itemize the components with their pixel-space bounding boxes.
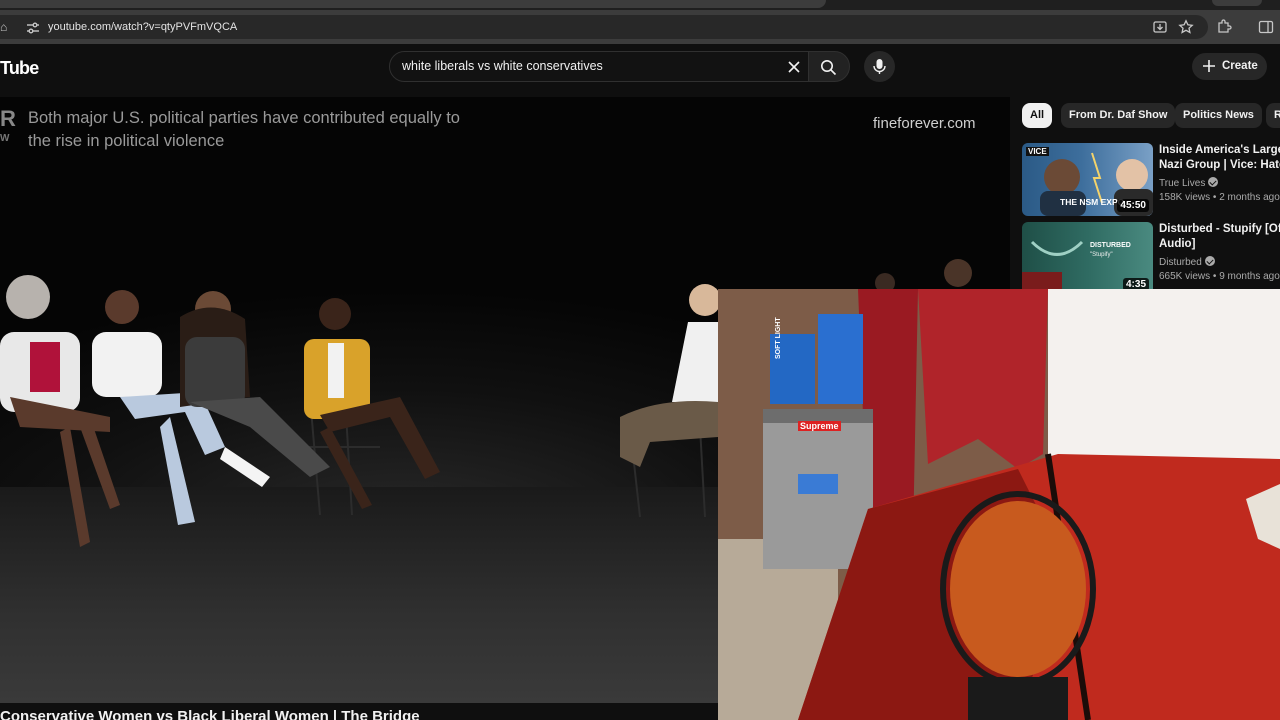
chip-all[interactable]: All: [1022, 103, 1053, 128]
verified-icon: [1208, 177, 1219, 187]
clear-search-icon[interactable]: [786, 59, 802, 75]
recommendation-item[interactable]: DISTURBED "Stupify" 4:35 Disturbed - Stu…: [1022, 222, 1280, 296]
video-title-line[interactable]: Inside America's Largest: [1159, 143, 1280, 158]
thumbnail-subtext: "Stupify": [1090, 252, 1113, 258]
channel-name-text: Disturbed: [1159, 257, 1202, 268]
bookmark-star-icon[interactable]: [1178, 19, 1194, 35]
create-label: Create: [1222, 60, 1258, 72]
video-meta: 158K views • 2 months ago: [1159, 192, 1280, 203]
plus-icon: [1203, 60, 1215, 72]
channel-name[interactable]: Disturbed: [1159, 256, 1215, 268]
video-title-line[interactable]: Disturbed - Stupify [Offici: [1159, 222, 1280, 237]
browser-tab[interactable]: [1212, 0, 1262, 6]
video-duration: 45:50: [1117, 199, 1149, 212]
create-button[interactable]: Create: [1192, 53, 1267, 80]
search-input[interactable]: [402, 59, 772, 73]
box-label: SOFT LIGHT: [775, 317, 782, 359]
install-icon[interactable]: [1152, 19, 1168, 35]
video-thumbnail[interactable]: DISTURBED "Stupify" 4:35: [1022, 222, 1153, 295]
sticker-label: Supreme: [798, 421, 841, 431]
search-button[interactable]: [808, 51, 850, 82]
channel-name[interactable]: True Lives: [1159, 177, 1219, 189]
video-title-line[interactable]: Nazi Group | Vice: Hate T: [1159, 158, 1280, 173]
chip-truncated[interactable]: R: [1266, 103, 1280, 128]
chip-politics-news[interactable]: Politics News: [1175, 103, 1262, 128]
video-thumbnail[interactable]: VICE THE NSM EXPO 45:50: [1022, 143, 1153, 216]
home-icon[interactable]: ⌂: [0, 21, 10, 33]
youtube-logo[interactable]: Tube: [0, 58, 39, 79]
url-text[interactable]: youtube.com/watch?v=qtyPVFmVQCA: [48, 21, 237, 33]
video-title: Conservative Women vs Black Liberal Wome…: [0, 708, 420, 720]
filter-chips: All From Dr. Daf Show Politics News R: [1022, 103, 1280, 129]
address-bar[interactable]: ⌂ youtube.com/watch?v=qtyPVFmVQCA: [0, 15, 1208, 39]
video-title-line[interactable]: Audio]: [1159, 237, 1280, 252]
thumbnail-badge: VICE: [1026, 147, 1049, 156]
browser-tab-active[interactable]: [0, 0, 826, 8]
thumbnail-text: THE NSM EXPO: [1060, 197, 1125, 207]
site-settings-icon[interactable]: [26, 21, 40, 34]
microphone-icon: [873, 59, 886, 74]
browser-toolbar: ⌂ youtube.com/watch?v=qtyPVFmVQCA: [0, 10, 1280, 44]
search-box[interactable]: [389, 51, 809, 82]
extensions-icon[interactable]: [1216, 19, 1232, 35]
video-meta: 665K views • 9 months ago: [1159, 271, 1280, 282]
search-icon: [821, 60, 837, 76]
thumbnail-text: DISTURBED: [1090, 242, 1131, 249]
channel-name-text: True Lives: [1159, 178, 1206, 189]
voice-search-button[interactable]: [864, 51, 895, 82]
chip-from-channel[interactable]: From Dr. Daf Show: [1061, 103, 1176, 128]
browser-tab-strip: [0, 0, 1280, 10]
side-panel-icon[interactable]: [1258, 19, 1274, 35]
verified-icon: [1204, 256, 1215, 266]
recommendation-item[interactable]: VICE THE NSM EXPO 45:50 Inside America's…: [1022, 143, 1280, 217]
youtube-masthead: Tube Create: [0, 44, 1280, 96]
webcam-overlay: SOFT LIGHT Supreme: [718, 289, 1280, 720]
